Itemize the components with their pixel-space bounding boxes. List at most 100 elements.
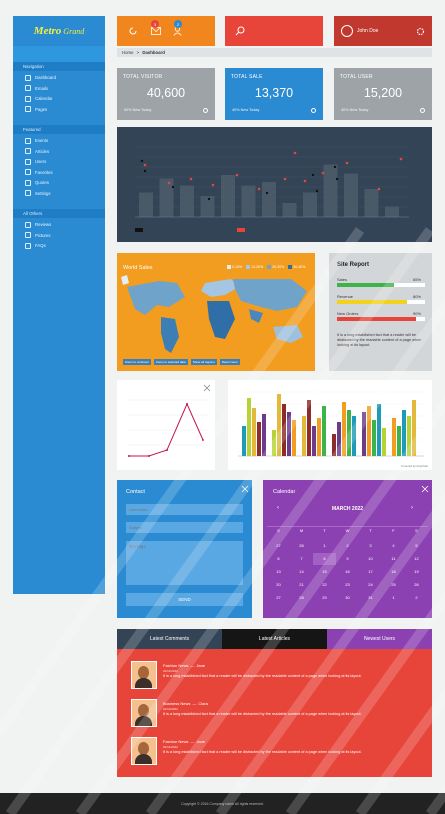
next-month-icon[interactable]: › xyxy=(411,505,413,511)
sidebar-item-pictures[interactable]: Pictures xyxy=(13,231,105,240)
calendar-day[interactable]: 14 xyxy=(290,566,313,578)
gear-icon[interactable] xyxy=(416,27,425,36)
calendar-day[interactable]: 2 xyxy=(336,540,359,552)
calendar-day[interactable]: 31 xyxy=(359,592,382,604)
calendar-day[interactable]: 18 xyxy=(382,566,405,578)
settings-icon[interactable] xyxy=(311,108,316,113)
calendar-day[interactable]: 5 xyxy=(405,540,428,552)
calendar-day[interactable]: 2 xyxy=(405,592,428,604)
calendar-day[interactable]: 21 xyxy=(290,579,313,591)
weekday-label: M xyxy=(299,528,304,533)
traffic-marker xyxy=(143,169,147,173)
calendar-day[interactable]: 19 xyxy=(405,566,428,578)
sidebar-item-reviews[interactable]: Reviews xyxy=(13,220,105,229)
bar-chart-bar xyxy=(247,398,251,456)
sidebar-item-emails[interactable]: Emails xyxy=(13,84,105,93)
calendar-day[interactable]: 23 xyxy=(336,579,359,591)
tab-latest-comments[interactable]: Latest Comments xyxy=(117,629,222,649)
calendar-day[interactable]: 1 xyxy=(313,540,336,552)
tab-latest-articles[interactable]: Latest Articles xyxy=(222,629,327,649)
calendar-day[interactable]: 27 xyxy=(267,540,290,552)
calendar-day[interactable]: 17 xyxy=(359,566,382,578)
message-field[interactable] xyxy=(126,541,243,585)
close-icon[interactable] xyxy=(421,485,429,493)
comment-avatar[interactable] xyxy=(131,737,157,765)
sidebar-item-pages[interactable]: Pages xyxy=(13,105,105,114)
map-zoom-button[interactable]: Zoom to continent xyxy=(123,359,152,365)
header-user[interactable]: John Doe xyxy=(334,16,432,46)
bar-chart-bar xyxy=(332,434,336,456)
brand-logo[interactable]: Metro Grand xyxy=(13,16,105,46)
sidebar-item-settings[interactable]: Settings xyxy=(13,189,105,198)
header-search[interactable] xyxy=(225,16,323,46)
calendar-day[interactable]: 4 xyxy=(382,540,405,552)
calendar-day[interactable]: 6 xyxy=(267,553,290,565)
sidebar-item-calendar[interactable]: Calendar xyxy=(13,94,105,103)
sidebar-item-events[interactable]: Events xyxy=(13,136,105,145)
calendar-day[interactable]: 3 xyxy=(359,540,382,552)
calendar-day[interactable]: 16 xyxy=(336,566,359,578)
avatar[interactable] xyxy=(341,25,353,37)
comment-heading[interactable]: Fashion News — Jane xyxy=(163,739,205,744)
traffic-chart xyxy=(135,146,409,232)
calendar-day[interactable]: 1 xyxy=(382,592,405,604)
calendar-day[interactable]: 15 xyxy=(313,566,336,578)
comment-avatar[interactable] xyxy=(131,661,157,689)
traffic-bar xyxy=(323,164,338,217)
brand-name: Metro xyxy=(33,25,62,37)
comment-avatar[interactable] xyxy=(131,699,157,727)
close-icon[interactable] xyxy=(203,384,211,392)
comment-heading[interactable]: Business News — Clara xyxy=(163,701,208,706)
sidebar-item-label: Pictures xyxy=(35,232,51,238)
calendar-day[interactable]: 22 xyxy=(313,579,336,591)
user-name[interactable]: John Doe xyxy=(357,28,378,34)
map-zoom-button[interactable]: Reset zoom xyxy=(219,359,240,365)
subject-field[interactable] xyxy=(126,522,243,533)
traffic-marker xyxy=(335,177,339,181)
sidebar-item-users[interactable]: Users xyxy=(13,157,105,166)
traffic-dot xyxy=(293,151,297,155)
faqs-icon xyxy=(25,242,31,249)
refresh-icon[interactable] xyxy=(129,27,137,35)
calendar-day[interactable]: 12 xyxy=(405,553,428,565)
bar-chart-bar xyxy=(412,400,416,456)
username-field[interactable] xyxy=(126,504,243,515)
calendar-day[interactable]: 27 xyxy=(267,592,290,604)
calendar-day[interactable]: 26 xyxy=(405,579,428,591)
sidebar-item-articles[interactable]: Articles xyxy=(13,147,105,156)
sidebar-item-faqs[interactable]: FAQs xyxy=(13,241,105,250)
calendar-day[interactable]: 11 xyxy=(382,553,405,565)
tab-newest-users[interactable]: Newest Users xyxy=(327,629,432,649)
contact-title: Contact xyxy=(126,489,145,495)
calendar-day[interactable]: 29 xyxy=(313,592,336,604)
breadcrumb-current: Dashboard xyxy=(142,50,165,55)
map-zoom-button[interactable]: Show all regions xyxy=(190,359,217,365)
settings-icon[interactable] xyxy=(203,108,208,113)
comment-title: Business News xyxy=(163,701,191,706)
world-map[interactable] xyxy=(121,273,311,355)
calendar-divider xyxy=(267,526,428,527)
calendar-day[interactable]: 8 xyxy=(313,553,336,565)
calendar-day[interactable]: 28 xyxy=(290,592,313,604)
settings-icon[interactable] xyxy=(420,108,425,113)
calendar-day[interactable]: 20 xyxy=(267,579,290,591)
sidebar-item-dashboard[interactable]: Dashboard xyxy=(13,73,105,82)
calendar-day[interactable]: 7 xyxy=(290,553,313,565)
sidebar-item-quotes[interactable]: Quotes xyxy=(13,178,105,187)
calendar-day[interactable]: 24 xyxy=(359,579,382,591)
close-icon[interactable] xyxy=(241,485,249,493)
breadcrumb-home[interactable]: Home xyxy=(122,50,133,55)
sidebar-item-favorites[interactable]: Favorites xyxy=(13,168,105,177)
watermark-stripe xyxy=(425,784,445,814)
calendar-day[interactable]: 13 xyxy=(267,566,290,578)
calendar-day[interactable]: 25 xyxy=(382,579,405,591)
send-button[interactable]: SEND xyxy=(126,593,243,606)
calendar-day[interactable]: 28 xyxy=(290,540,313,552)
calendar-day[interactable]: 30 xyxy=(336,592,359,604)
search-icon[interactable] xyxy=(235,26,245,36)
calendar-day[interactable]: 9 xyxy=(336,553,359,565)
calendar-day[interactable]: 10 xyxy=(359,553,382,565)
map-zoom-button[interactable]: Zoom to selected data xyxy=(154,359,188,365)
mail-icon[interactable] xyxy=(151,27,161,35)
comment-heading[interactable]: Fashion News — Jane xyxy=(163,663,205,668)
